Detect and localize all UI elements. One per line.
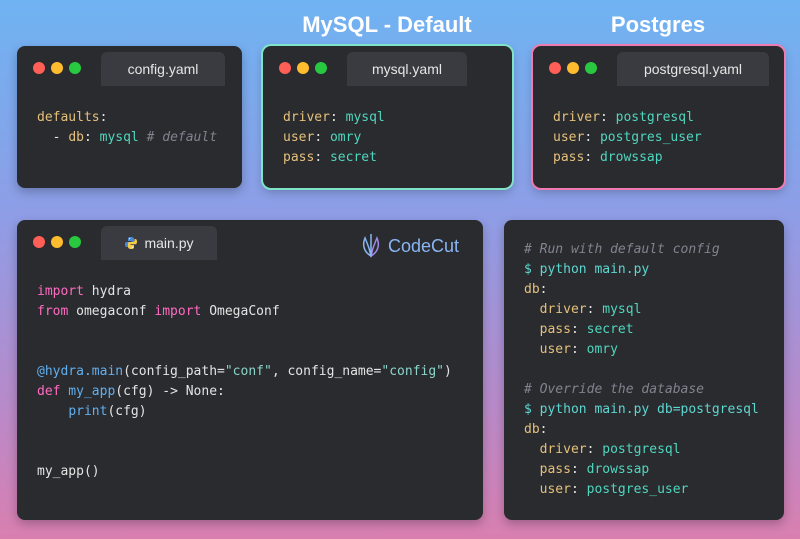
postgresql-yaml-code: driver: postgresql user: postgres_user p… <box>553 110 702 165</box>
tab-postgresql-yaml[interactable]: postgresql.yaml <box>617 52 769 86</box>
window-titlebar: postgresql.yaml <box>533 46 784 86</box>
minimize-button[interactable] <box>51 236 63 248</box>
terminal-command: $ python main.py <box>524 262 650 277</box>
main-py-code: import hydra from omegaconf import Omega… <box>37 284 452 479</box>
tab-label: main.py <box>144 235 194 251</box>
window-titlebar: mysql.yaml <box>263 46 512 86</box>
maximize-button[interactable] <box>585 62 597 74</box>
mysql-yaml-code: driver: mysql user: omry pass: secret <box>283 110 385 165</box>
yaml-key: defaults <box>37 110 100 125</box>
tab-mysql-yaml[interactable]: mysql.yaml <box>347 52 467 86</box>
python-icon <box>125 237 138 249</box>
logo-text: CodeCut <box>387 236 459 256</box>
close-button[interactable] <box>33 236 45 248</box>
maximize-button[interactable] <box>69 236 81 248</box>
minimize-button[interactable] <box>567 62 579 74</box>
terminal-command: $ python main.py db=postgresql <box>524 402 759 417</box>
close-button[interactable] <box>279 62 291 74</box>
tab-main-py[interactable]: main.py <box>101 226 217 260</box>
codecut-logo: CodeCut <box>360 232 459 260</box>
postgresql-yaml-window: postgresql.yaml driver: postgresql user:… <box>533 46 784 188</box>
window-controls <box>33 62 87 74</box>
minimize-button[interactable] <box>297 62 309 74</box>
close-button[interactable] <box>33 62 45 74</box>
window-controls <box>33 236 87 248</box>
codecut-leaf-icon <box>362 234 380 258</box>
window-titlebar: main.py CodeCut <box>17 220 483 260</box>
maximize-button[interactable] <box>315 62 327 74</box>
main-py-window: main.py CodeCut import hydra from omegac… <box>17 220 483 520</box>
close-button[interactable] <box>549 62 561 74</box>
config-yaml-code: defaults: - db: mysql # default <box>37 110 218 145</box>
yaml-comment: # default <box>146 130 218 145</box>
terminal-output-window: # Run with default config $ python main.… <box>504 220 784 520</box>
terminal-output: # Run with default config $ python main.… <box>524 242 759 497</box>
maximize-button[interactable] <box>69 62 81 74</box>
mysql-yaml-window: mysql.yaml driver: mysql user: omry pass… <box>263 46 512 188</box>
tab-config-yaml[interactable]: config.yaml <box>101 52 225 86</box>
postgres-heading: Postgres <box>610 12 706 37</box>
yaml-key: db <box>68 130 84 145</box>
minimize-button[interactable] <box>51 62 63 74</box>
yaml-value: mysql <box>99 130 139 145</box>
mysql-default-heading: MySQL - Default <box>302 12 472 37</box>
terminal-comment: # Run with default config <box>524 242 720 257</box>
window-controls <box>279 62 333 74</box>
window-controls <box>549 62 603 74</box>
window-titlebar: config.yaml <box>17 46 242 86</box>
config-yaml-window: config.yaml defaults: - db: mysql # defa… <box>17 46 242 188</box>
terminal-comment: # Override the database <box>524 382 705 397</box>
